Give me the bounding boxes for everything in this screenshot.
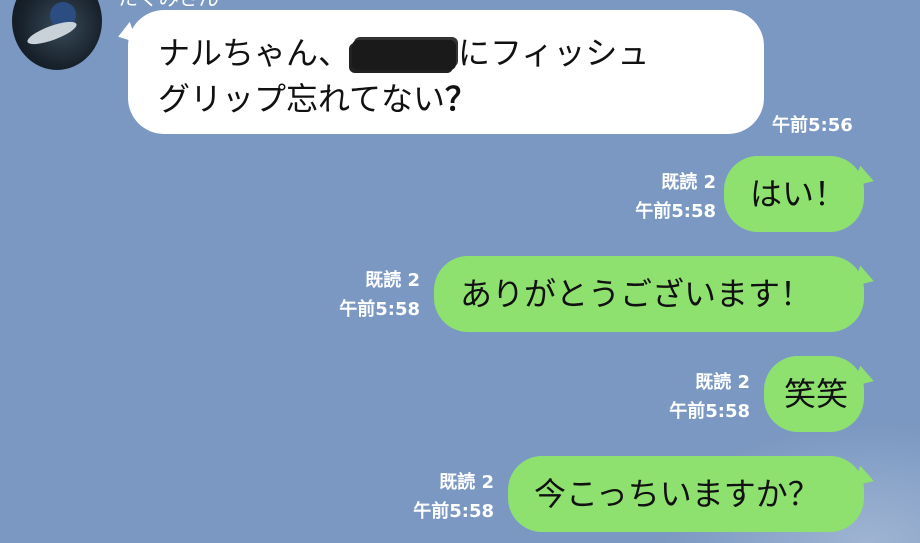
sender-avatar[interactable] <box>12 0 102 70</box>
sender-name: たくみさん <box>118 0 219 8</box>
message-text-line2: グリップ忘れてない <box>158 80 446 118</box>
message-meta: 既読 2 午前5:58 <box>630 368 750 426</box>
message-text: ありがとうございます！ <box>460 275 813 313</box>
message-meta: 既読 2 午前5:58 <box>596 168 716 226</box>
message-timestamp: 午前5:58 <box>669 401 750 422</box>
incoming-timestamp: 午前5:56 <box>772 115 853 136</box>
message-timestamp: 午前5:58 <box>635 201 716 222</box>
message-timestamp: 午前5:58 <box>339 299 420 320</box>
outgoing-message-bubble[interactable]: 笑笑 <box>764 356 864 432</box>
outgoing-message-bubble[interactable]: 今こっちいますか？ <box>508 456 864 532</box>
read-receipt: 既読 2 <box>439 472 494 493</box>
outgoing-message-bubble[interactable]: はい！ <box>724 156 864 232</box>
question-mark: ？ <box>445 80 478 118</box>
message-line-1: ナルちゃん、 にフィッシュ <box>158 30 734 76</box>
message-line-2: グリップ忘れてない？ <box>158 76 734 122</box>
redacted-name <box>352 40 457 70</box>
message-timestamp: 午前5:58 <box>413 501 494 522</box>
read-receipt: 既読 2 <box>695 372 750 393</box>
message-text: 笑笑 <box>784 375 849 413</box>
outgoing-message-bubble[interactable]: ありがとうございます！ <box>434 256 864 332</box>
incoming-message-bubble[interactable]: ナルちゃん、 にフィッシュ グリップ忘れてない？ <box>128 10 764 134</box>
read-receipt: 既読 2 <box>365 270 420 291</box>
read-receipt: 既読 2 <box>661 172 716 193</box>
message-meta: 既読 2 午前5:58 <box>300 266 420 324</box>
message-text-before: ナルちゃん、 <box>158 34 351 72</box>
message-text: 今こっちいますか？ <box>534 475 820 513</box>
message-text: はい！ <box>750 175 847 213</box>
message-meta: 既読 2 午前5:58 <box>374 468 494 526</box>
message-text-after: にフィッシュ <box>458 34 650 72</box>
